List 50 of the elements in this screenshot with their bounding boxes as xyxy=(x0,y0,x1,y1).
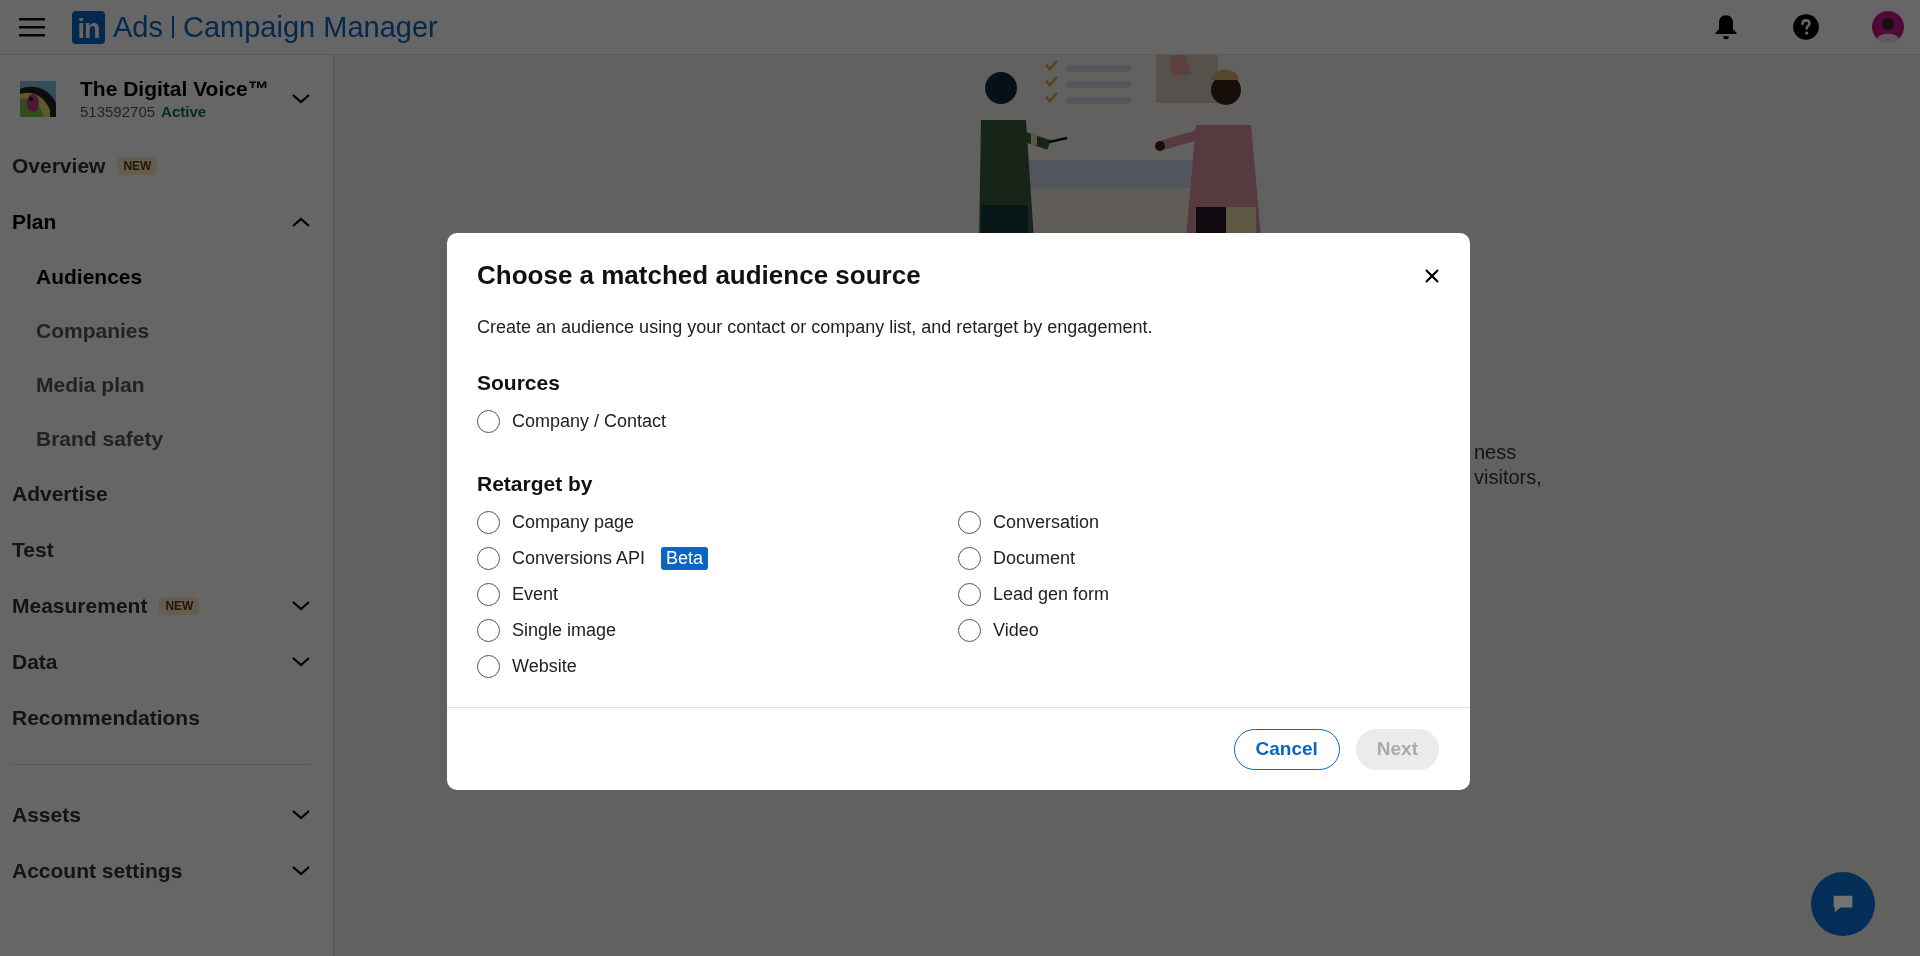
option-label[interactable]: Website xyxy=(512,655,577,677)
option-label[interactable]: Video xyxy=(993,619,1039,641)
body-text: ness xyxy=(1474,440,1518,465)
dialog-title: Choose a matched audience source xyxy=(477,260,921,291)
app-title: Campaign Manager xyxy=(183,10,438,44)
menu-icon[interactable] xyxy=(19,17,45,37)
account-status: Active xyxy=(161,103,207,120)
account-id: 513592705 xyxy=(80,103,156,120)
nav-subitem[interactable]: Audiences xyxy=(12,250,311,304)
new-badge: NEW xyxy=(159,597,200,615)
section-heading: Retarget by xyxy=(477,472,594,496)
logo[interactable]: in xyxy=(72,10,105,44)
nav-item[interactable]: Account settings xyxy=(12,843,311,899)
help-icon[interactable] xyxy=(1792,13,1820,41)
new-badge: NEW xyxy=(117,157,158,175)
nav-subitem[interactable]: Companies xyxy=(12,304,311,358)
nav-subitem[interactable]: Brand safety xyxy=(12,412,311,466)
option-label[interactable]: Lead gen form xyxy=(993,583,1110,605)
option-label[interactable]: Event xyxy=(512,583,559,605)
nav-item[interactable]: Advertise xyxy=(12,466,311,522)
nav-item[interactable]: Recommendations xyxy=(12,690,311,746)
section-heading: Sources xyxy=(477,371,561,395)
option-label[interactable]: Document xyxy=(993,547,1076,569)
beta-badge: Beta xyxy=(661,546,709,570)
chevron-icon[interactable] xyxy=(291,809,311,821)
product-name: Ads xyxy=(113,10,163,44)
option-label[interactable]: Single image xyxy=(512,619,617,641)
chevron-icon[interactable] xyxy=(291,600,311,612)
option-label[interactable]: Company page xyxy=(512,511,635,533)
chevron-icon[interactable] xyxy=(291,92,311,105)
chevron-icon[interactable] xyxy=(291,656,311,668)
nav-item[interactable]: Assets xyxy=(12,787,311,843)
nav-item[interactable]: Overview NEW xyxy=(12,138,311,194)
account-name[interactable]: The Digital Voice™ xyxy=(80,77,283,101)
close-icon[interactable] xyxy=(1424,267,1440,284)
nav-item[interactable]: Test xyxy=(12,522,311,578)
option-label[interactable]: Conversions API xyxy=(512,547,646,569)
chevron-icon[interactable] xyxy=(291,865,311,877)
option-label[interactable]: Conversation xyxy=(993,511,1100,533)
nav-item[interactable]: Measurement NEW xyxy=(12,578,311,634)
nav-item[interactable]: Data xyxy=(12,634,311,690)
account-logo xyxy=(20,80,56,117)
chevron-icon[interactable] xyxy=(291,216,311,228)
body-text: visitors, xyxy=(1474,465,1543,490)
user-avatar[interactable] xyxy=(1872,11,1904,43)
nav-item[interactable]: Plan xyxy=(12,194,311,250)
dialog-description: Create an audience using your contact or company list, and retarget by engagement. xyxy=(477,317,1154,338)
cancel-button[interactable]: Cancel xyxy=(1233,728,1340,770)
nav-subitem[interactable]: Media plan xyxy=(12,358,311,412)
option-label[interactable]: Company / Contact xyxy=(512,410,667,432)
